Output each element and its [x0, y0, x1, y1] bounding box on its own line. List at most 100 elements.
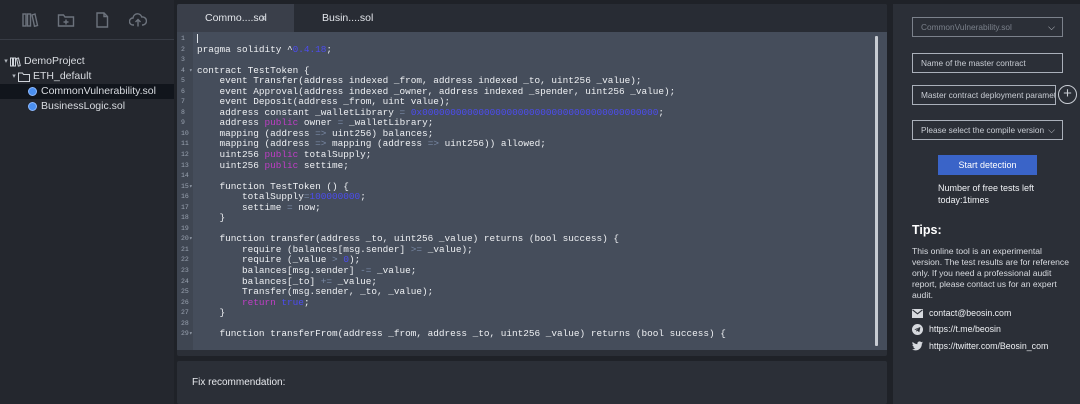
line-number: 21: [181, 245, 189, 253]
code-token: }: [197, 212, 226, 224]
code-token: ;: [303, 296, 310, 308]
line-number: 13: [181, 161, 189, 169]
line-number: 17: [181, 203, 189, 211]
fold-caret-icon[interactable]: ▾: [189, 329, 193, 340]
vertical-scrollbar[interactable]: [875, 36, 878, 346]
code-token: public: [264, 149, 299, 161]
code-text: uint256 public settime;: [197, 159, 349, 172]
tree-file-row[interactable]: BusinessLogic.sol: [0, 99, 174, 114]
tree-folder-row[interactable]: ▾ ETH_default: [0, 69, 174, 84]
code-token: }: [197, 307, 226, 319]
line-number: 22: [181, 256, 189, 264]
code-token: mapping (address: [326, 138, 428, 150]
code-line: 27 }: [177, 307, 877, 319]
code-token: settime: [197, 201, 288, 213]
code-line: 18 }: [177, 213, 877, 224]
fold-caret-icon[interactable]: ▾: [189, 234, 193, 245]
code-token: ;: [658, 106, 664, 118]
code-token: event Approval(address indexed _owner, a…: [197, 85, 676, 97]
start-detection-button[interactable]: Start detection: [938, 155, 1037, 175]
line-number: 5: [181, 77, 185, 85]
contact-telegram-link[interactable]: https://t.me/beosin: [912, 322, 1001, 336]
library-icon: [10, 56, 21, 67]
tab-label: Busin....sol: [322, 12, 374, 24]
tree-project-label: DemoProject: [24, 55, 85, 67]
code-token: public: [264, 159, 299, 171]
line-number: 16: [181, 193, 189, 201]
library-icon[interactable]: [20, 10, 40, 30]
tree-file-label: BusinessLogic.sol: [41, 100, 126, 112]
tree-folder-label: ETH_default: [33, 70, 92, 82]
code-token: ;: [360, 191, 366, 203]
tree-file-row[interactable]: CommonVulnerability.sol: [0, 84, 174, 99]
code-token: -=: [360, 265, 372, 277]
code-token: settime;: [298, 159, 349, 171]
code-token: =>: [427, 138, 439, 150]
line-number: 11: [181, 140, 189, 148]
code-token: =>: [315, 127, 327, 139]
code-line: 13 uint256 public settime;: [177, 159, 877, 172]
folder-icon: [18, 72, 30, 82]
code-lines: 1 2 pragma solidity ^0.4.18; 3 4 ▾ contract Te…: [177, 34, 877, 340]
app-root: ▾ DemoProject ▾ ETH_default CommonVulner…: [0, 0, 1080, 404]
code-token: public: [264, 117, 299, 129]
contact-twitter-link[interactable]: https://twitter.com/Beosin_com: [912, 339, 1048, 353]
line-number: 9: [181, 119, 185, 127]
contact-telegram-text: https://t.me/beosin: [929, 324, 1001, 334]
code-token: ;: [326, 43, 333, 55]
code-token: =: [399, 106, 411, 118]
compile-version-select[interactable]: Please select the compile version ⌵: [912, 120, 1063, 140]
code-text: function transferFrom(address _from, add…: [197, 329, 726, 340]
code-token: balances[_to]: [197, 275, 321, 287]
fold-caret-icon[interactable]: ▾: [189, 66, 193, 77]
mail-icon: [912, 308, 923, 318]
twitter-icon: [912, 341, 923, 351]
fold-caret-icon[interactable]: ▾: [189, 182, 193, 193]
code-line: 29 ▾ function transferFrom(address _from,…: [177, 329, 877, 340]
compile-version-value: Please select the compile version: [921, 125, 1045, 135]
contact-email-link[interactable]: contact@beosin.com: [912, 306, 1011, 320]
code-token: 0.4.18: [292, 43, 327, 55]
code-token: _value;: [332, 275, 378, 287]
file-select[interactable]: CommonVulnerability.sol ⌵: [912, 17, 1063, 37]
tab-label: Commo....sol: [205, 12, 267, 24]
line-number: 12: [181, 151, 189, 159]
contact-email-text: contact@beosin.com: [929, 308, 1012, 318]
code-token: totalSupply;: [298, 149, 372, 161]
code-token: contract TestToken {: [197, 64, 310, 76]
contract-name-input[interactable]: Name of the master contract: [912, 53, 1063, 73]
code-token: address constant _walletLibrary: [197, 106, 400, 118]
code-token: uint256: [197, 159, 265, 171]
upload-icon[interactable]: [128, 10, 148, 30]
code-line: 2 pragma solidity ^0.4.18;: [177, 43, 877, 56]
add-parameter-button[interactable]: +: [1058, 85, 1077, 104]
line-number: 1: [181, 35, 185, 42]
code-text: }: [197, 212, 226, 224]
text-cursor: [197, 34, 198, 43]
code-token: );: [348, 254, 361, 266]
code-token: 0x00000000000000000000000000000000000000…: [410, 106, 659, 118]
line-number: 18: [181, 214, 189, 222]
line-number: 28: [181, 319, 189, 327]
tab-business-logic[interactable]: Busin....sol: [294, 4, 411, 32]
code-text: }: [197, 307, 226, 319]
code-token: mapping (address: [197, 127, 316, 139]
code-token: _walletLibrary;: [343, 117, 434, 129]
contact-twitter-text: https://twitter.com/Beosin_com: [929, 341, 1049, 351]
tree-project-row[interactable]: ▾ DemoProject: [0, 54, 174, 69]
code-line: 17 settime = now;: [177, 201, 877, 214]
code-token: uint256: [197, 149, 265, 161]
close-icon[interactable]: ×: [261, 4, 266, 32]
new-file-icon[interactable]: [92, 10, 112, 30]
tab-common-vulnerability[interactable]: Commo....sol ×: [177, 4, 294, 32]
code-area[interactable]: 1 2 pragma solidity ^0.4.18; 3 4 ▾ contract Te…: [177, 32, 887, 350]
code-token: pragma solidity ^: [197, 43, 293, 55]
code-token: event Deposit(address _from, uint value)…: [197, 96, 451, 108]
code-token: function transferFrom(address _from, add…: [197, 328, 726, 340]
code-token: require (balances[msg.sender]: [197, 243, 411, 255]
line-number: 14: [181, 172, 189, 180]
code-token: balances[msg.sender]: [197, 265, 361, 277]
new-folder-icon[interactable]: [56, 10, 76, 30]
deploy-params-input[interactable]: Master contract deployment parameters: [912, 85, 1056, 105]
